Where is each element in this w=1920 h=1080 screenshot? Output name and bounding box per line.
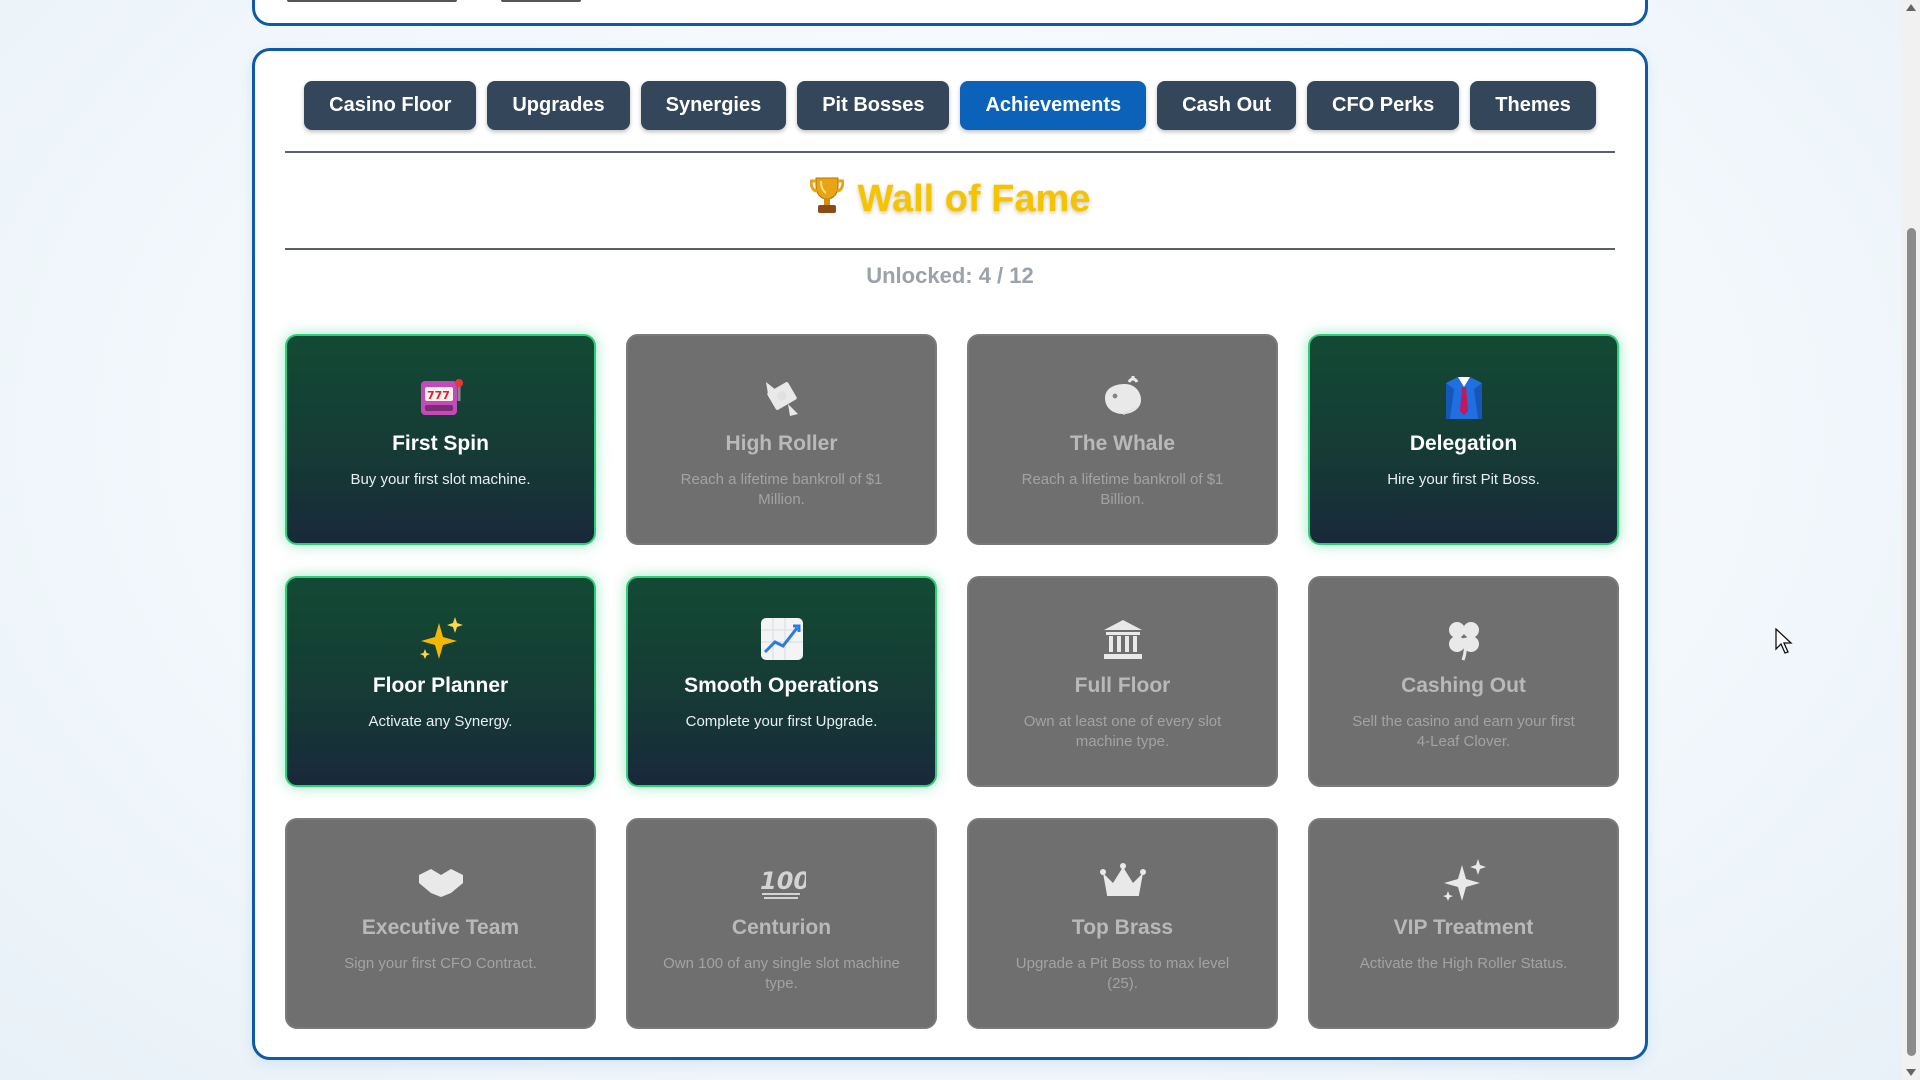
achievement-card-smooth-operations: Smooth Operations Complete your first Up…: [626, 576, 937, 787]
achievement-desc: Complete your first Upgrade.: [685, 713, 878, 730]
achievement-card-centurion: 100 Centurion Own 100 of any single slot…: [626, 818, 937, 1029]
achievement-title: Cashing Out: [1401, 674, 1526, 697]
tab-cfo-perks[interactable]: CFO Perks: [1307, 81, 1460, 130]
achievement-title: Delegation: [1409, 432, 1518, 455]
page-scrollbar[interactable]: [1902, 0, 1920, 1080]
tab-casino-floor[interactable]: Casino Floor: [304, 81, 477, 130]
achievement-card-floor-planner: Floor Planner Activate any Synergy.: [285, 576, 596, 787]
page-title-row: Wall of Fame: [255, 175, 1645, 225]
achievement-card-cashing-out: Cashing Out Sell the casino and earn you…: [1308, 576, 1619, 787]
tab-synergies[interactable]: Synergies: [640, 81, 787, 130]
achievement-grid: 777 First Spin Buy your first slot machi…: [285, 334, 1621, 1029]
divider: [285, 151, 1615, 153]
achievement-card-high-roller: High Roller Reach a lifetime bankroll of…: [626, 334, 937, 545]
divider: [285, 248, 1615, 250]
achievement-title: Centurion: [731, 916, 832, 939]
achievement-desc: Activate the High Roller Status.: [1359, 955, 1568, 972]
sparkles-icon: [1439, 856, 1489, 906]
svg-text:100: 100: [760, 867, 806, 895]
tab-achievements[interactable]: Achievements: [960, 81, 1147, 130]
achievement-desc: Buy your first slot machine.: [350, 471, 531, 488]
tab-upgrades[interactable]: Upgrades: [487, 81, 630, 130]
previous-panel-edge: [252, 0, 1648, 26]
achievement-title: First Spin: [392, 432, 489, 455]
achievement-desc: Activate any Synergy.: [368, 713, 513, 730]
achievement-desc: Upgrade a Pit Boss to max level (25).: [1015, 955, 1230, 992]
panel-stub: [287, 0, 457, 2]
tab-themes[interactable]: Themes: [1470, 81, 1596, 130]
handshake-icon: [416, 856, 466, 906]
tab-cash-out[interactable]: Cash Out: [1157, 81, 1297, 130]
achievement-desc: Sign your first CFO Contract.: [344, 955, 537, 972]
achievement-desc: Reach a lifetime bankroll of $1 Billion.: [1021, 471, 1224, 508]
scrollbar-thumb[interactable]: [1907, 228, 1916, 1056]
achievement-title: VIP Treatment: [1393, 916, 1534, 939]
achievement-title: Floor Planner: [372, 674, 509, 697]
trophy-icon: [809, 175, 845, 225]
scroll-up-arrow-icon[interactable]: [1906, 4, 1916, 11]
mouse-cursor-icon: [1775, 627, 1793, 659]
achievement-title: The Whale: [1069, 432, 1175, 455]
clover-icon: [1439, 614, 1489, 664]
whale-icon: [1098, 372, 1148, 422]
achievement-title: High Roller: [725, 432, 838, 455]
sparkles-icon: [416, 614, 466, 664]
achievement-card-full-floor: Full Floor Own at least one of every slo…: [967, 576, 1278, 787]
svg-text:777: 777: [427, 389, 450, 402]
hundred-icon: 100: [757, 856, 807, 906]
achievement-desc: Sell the casino and earn your first 4-Le…: [1352, 713, 1575, 750]
tab-bar: Casino Floor Upgrades Synergies Pit Boss…: [255, 81, 1645, 130]
tab-pit-bosses[interactable]: Pit Bosses: [797, 81, 950, 130]
suit-icon: [1439, 372, 1489, 422]
page-title: Wall of Fame: [857, 178, 1091, 220]
achievement-title: Executive Team: [361, 916, 520, 939]
achievement-title: Full Floor: [1074, 674, 1171, 697]
achievement-desc: Own at least one of every slot machine t…: [1023, 713, 1222, 750]
achievement-desc: Own 100 of any single slot machine type.: [663, 955, 900, 992]
achievements-panel: Casino Floor Upgrades Synergies Pit Boss…: [252, 48, 1648, 1060]
achievement-card-vip-treatment: VIP Treatment Activate the High Roller S…: [1308, 818, 1619, 1029]
achievement-card-the-whale: The Whale Reach a lifetime bankroll of $…: [967, 334, 1278, 545]
bank-icon: [1098, 614, 1148, 664]
crown-icon: [1098, 856, 1148, 906]
chart-up-icon: [757, 614, 807, 664]
unlocked-counter: Unlocked: 4 / 12: [866, 263, 1034, 288]
slot-machine-icon: 777: [416, 372, 466, 422]
achievement-card-delegation: Delegation Hire your first Pit Boss.: [1308, 334, 1619, 545]
achievement-card-first-spin: 777 First Spin Buy your first slot machi…: [285, 334, 596, 545]
money-wings-icon: [757, 372, 807, 422]
panel-stub: [501, 0, 581, 2]
scroll-down-arrow-icon[interactable]: [1906, 1069, 1916, 1076]
achievement-card-executive-team: Executive Team Sign your first CFO Contr…: [285, 818, 596, 1029]
achievement-desc: Reach a lifetime bankroll of $1 Million.: [680, 471, 883, 508]
achievement-title: Smooth Operations: [684, 674, 879, 697]
achievement-card-top-brass: Top Brass Upgrade a Pit Boss to max leve…: [967, 818, 1278, 1029]
achievement-desc: Hire your first Pit Boss.: [1387, 471, 1540, 488]
achievement-title: Top Brass: [1071, 916, 1174, 939]
